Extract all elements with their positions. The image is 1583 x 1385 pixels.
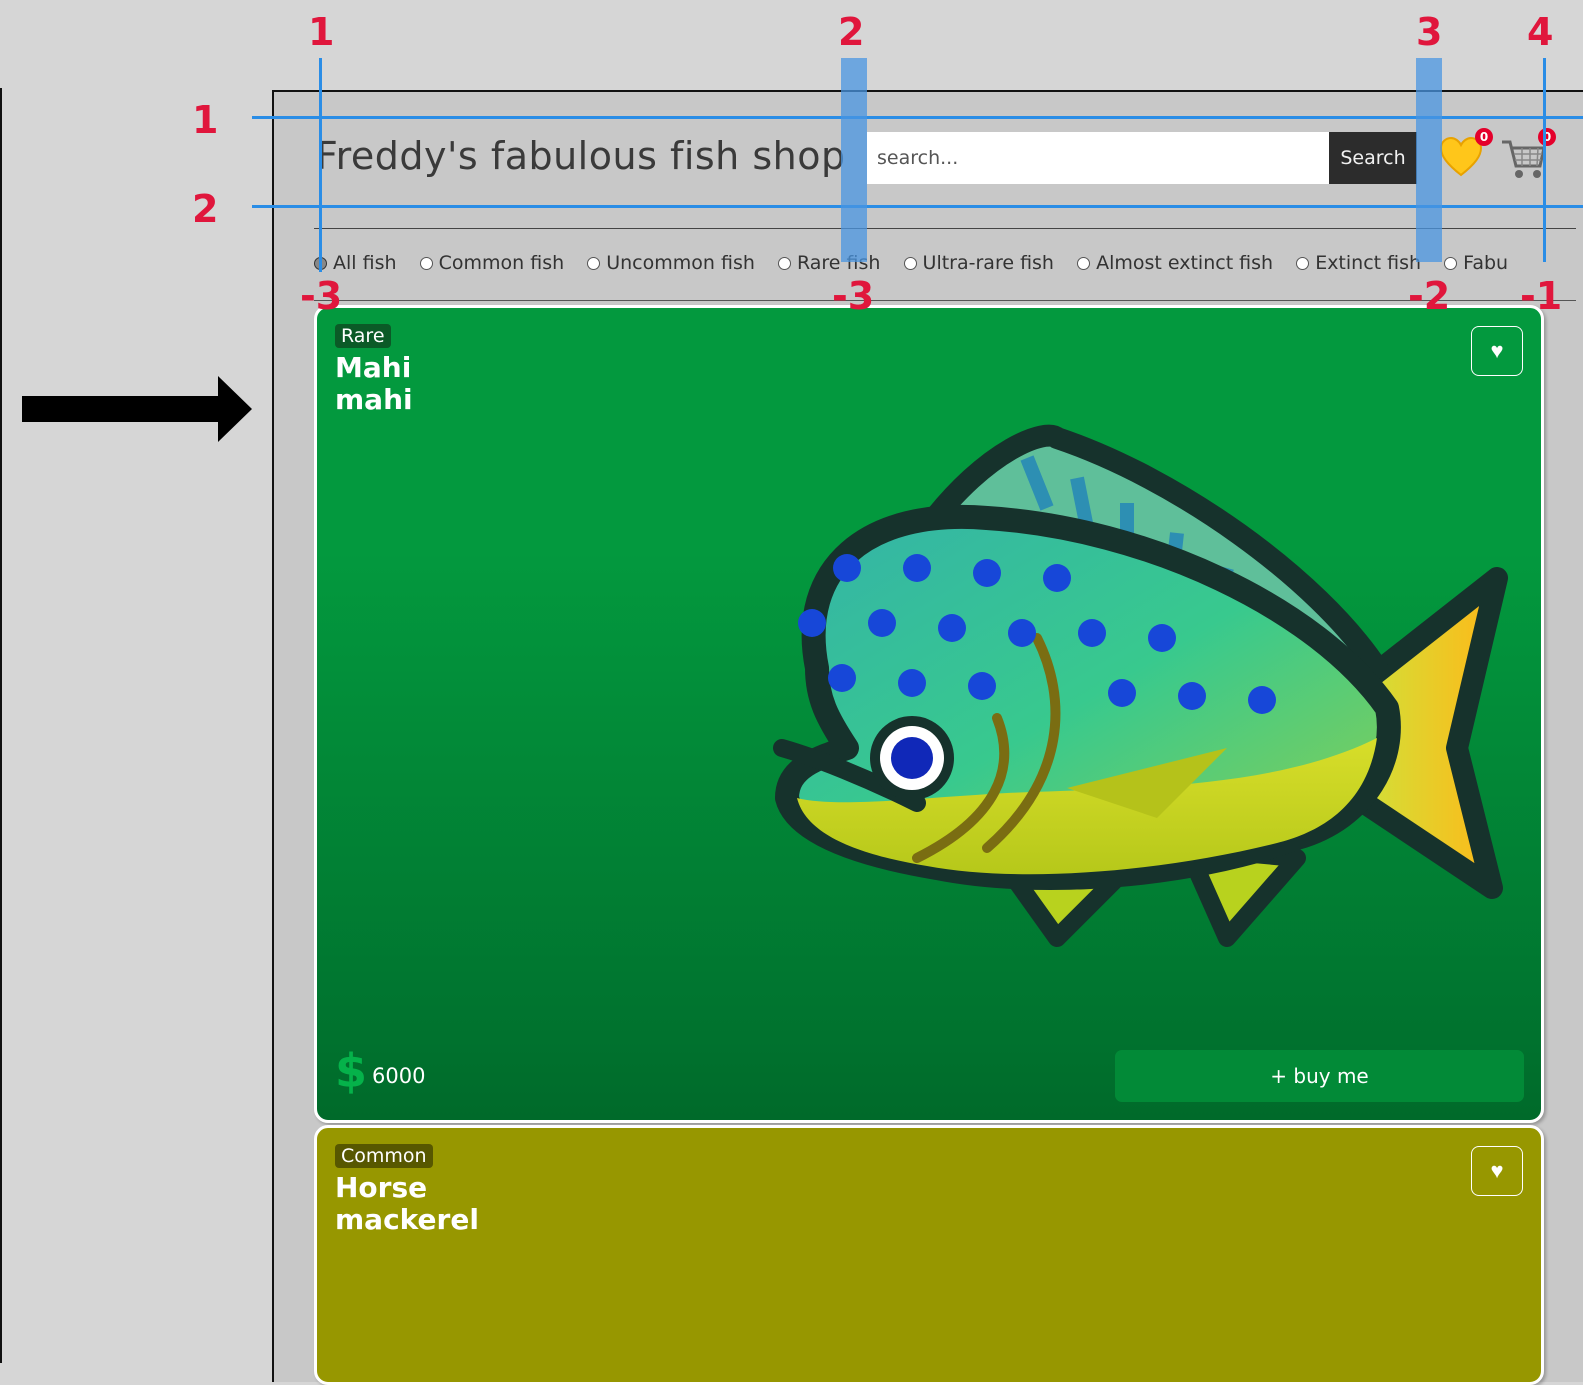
- guide-line-row-2: [252, 205, 1583, 208]
- filter-label: Ultra-rare fish: [922, 252, 1054, 274]
- mahi-mahi-fish-image: [773, 424, 1508, 947]
- filter-almost-extinct-fish[interactable]: Almost extinct fish: [1077, 252, 1273, 274]
- fish-card: Common Horse mackerel ♥: [314, 1125, 1544, 1385]
- arrow-right-icon: [22, 376, 252, 442]
- row-marker-2: 2: [192, 187, 219, 231]
- left-pane-border: [0, 88, 2, 1363]
- favorites-button[interactable]: 0: [1439, 128, 1493, 180]
- filter-label: Extinct fish: [1315, 252, 1422, 274]
- fish-name: Horse mackerel: [335, 1171, 479, 1236]
- favorites-count-badge: 0: [1475, 128, 1493, 146]
- rarity-badge: Common: [335, 1144, 433, 1168]
- radio-button[interactable]: [1296, 256, 1310, 270]
- column-marker-neg-3: -2: [1408, 274, 1451, 318]
- header-divider: [314, 228, 1576, 229]
- shop-title: Freddy's fabulous fish shop: [316, 134, 846, 178]
- filter-label: Rare fish: [796, 252, 881, 274]
- guide-band-col-2: [841, 58, 867, 262]
- radio-button[interactable]: [587, 256, 601, 270]
- rarity-badge: Rare: [335, 324, 391, 348]
- column-marker-neg-2: -3: [832, 274, 875, 318]
- radio-button[interactable]: [419, 256, 433, 270]
- cart-count-badge: 0: [1538, 128, 1556, 146]
- heart-icon: ♥: [1490, 338, 1504, 363]
- fish-price: 6000: [372, 1064, 426, 1088]
- shop-header: Freddy's fabulous fish shop Search 0 0: [316, 118, 1576, 206]
- buy-button[interactable]: + buy me: [1115, 1050, 1524, 1102]
- fish-name: Mahi mahi: [335, 351, 413, 416]
- row-marker-1: 1: [192, 98, 219, 142]
- column-marker-2: 2: [838, 10, 865, 54]
- filter-extinct-fish[interactable]: Extinct fish: [1296, 252, 1421, 274]
- filter-ultra-rare-fish[interactable]: Ultra-rare fish: [903, 252, 1054, 274]
- filter-label: All fish: [333, 252, 397, 274]
- search-button[interactable]: Search: [1329, 132, 1417, 184]
- filter-label: Fabu: [1463, 252, 1509, 274]
- filter-label: Uncommon fish: [606, 252, 755, 274]
- filter-uncommon-fish[interactable]: Uncommon fish: [587, 252, 755, 274]
- add-to-favorites-button[interactable]: ♥: [1471, 1146, 1523, 1196]
- column-marker-1: 1: [308, 10, 335, 54]
- filter-fabulous-fish[interactable]: Fabu: [1444, 252, 1508, 274]
- column-marker-3: 3: [1416, 10, 1443, 54]
- heart-icon: ♥: [1490, 1158, 1504, 1183]
- add-to-favorites-button[interactable]: ♥: [1471, 326, 1523, 376]
- radio-button[interactable]: [1077, 256, 1091, 270]
- radio-button[interactable]: [1444, 256, 1458, 270]
- filter-all-fish[interactable]: All fish: [314, 252, 397, 274]
- filter-label: Almost extinct fish: [1096, 252, 1274, 274]
- guide-line-row-1: [252, 116, 1583, 119]
- guide-line-col-1: [319, 58, 322, 272]
- rarity-filter-group: All fish Common fish Uncommon fish Rare …: [314, 252, 1549, 280]
- column-marker-4: 4: [1527, 10, 1554, 54]
- filter-divider: [314, 300, 1576, 301]
- dollar-icon: $: [335, 1044, 368, 1098]
- guide-line-col-4: [1543, 58, 1546, 262]
- search-input[interactable]: [867, 132, 1329, 184]
- fish-card: Rare Mahi mahi ♥ $ 6000 + buy me: [314, 305, 1544, 1123]
- column-marker-neg-4: -1: [1520, 274, 1563, 318]
- filter-label: Common fish: [438, 252, 565, 274]
- column-marker-neg-1: -3: [300, 274, 343, 318]
- radio-button[interactable]: [777, 256, 791, 270]
- radio-button[interactable]: [903, 256, 917, 270]
- guide-band-col-3: [1416, 58, 1442, 262]
- filter-common-fish[interactable]: Common fish: [419, 252, 565, 274]
